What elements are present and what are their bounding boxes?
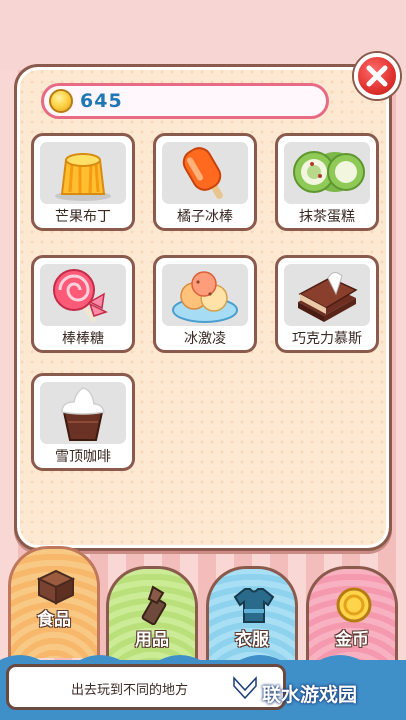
item-label: 橘子冰棒 xyxy=(177,209,233,225)
item-orange-popsicle[interactable]: 橘子冰棒 xyxy=(153,133,257,231)
item-matcha-cake[interactable]: 抹茶蛋糕 xyxy=(275,133,379,231)
item-chocolate-mousse[interactable]: 巧克力慕斯 xyxy=(275,255,379,353)
tab-label: 用品 xyxy=(135,630,169,650)
lipstick-icon xyxy=(141,585,167,625)
coin-icon xyxy=(336,587,372,623)
brand-name: 联水游戏园 xyxy=(262,684,358,706)
item-label: 芒果布丁 xyxy=(55,209,111,225)
item-label: 棒棒糖 xyxy=(62,331,104,347)
snow-top-coffee-icon xyxy=(40,382,126,444)
top-band xyxy=(0,0,406,70)
food-box-icon xyxy=(36,569,76,605)
close-icon xyxy=(366,65,388,87)
item-label: 巧克力慕斯 xyxy=(292,331,362,347)
orange-popsicle-icon xyxy=(162,142,248,204)
shop-panel: 645 芒果布丁 橘子冰棒 抹茶蛋糕 棒棒糖 冰激凌 巧克力慕斯 雪顶咖啡 xyxy=(14,64,392,551)
message-text: 出去玩到不同的地方 xyxy=(71,683,189,698)
ice-cream-icon xyxy=(162,264,248,326)
item-mango-pudding[interactable]: 芒果布丁 xyxy=(31,133,135,231)
close-button[interactable] xyxy=(354,53,400,99)
tab-label: 金币 xyxy=(335,630,369,650)
shirt-icon xyxy=(233,588,275,623)
chocolate-mousse-icon xyxy=(284,264,370,326)
item-lollipop[interactable]: 棒棒糖 xyxy=(31,255,135,353)
coin-balance: 645 xyxy=(80,90,123,112)
item-snow-top-coffee[interactable]: 雪顶咖啡 xyxy=(31,373,135,471)
item-label: 冰激凌 xyxy=(184,331,226,347)
brand-logo-icon xyxy=(233,676,257,705)
item-label: 抹茶蛋糕 xyxy=(299,209,355,225)
coin-balance-bar: 645 xyxy=(41,83,329,119)
lollipop-icon xyxy=(40,264,126,326)
tab-food[interactable]: 食品 xyxy=(8,546,100,658)
matcha-roll-cake-icon xyxy=(284,142,370,204)
mango-pudding-icon xyxy=(40,142,126,204)
tab-label: 衣服 xyxy=(235,630,269,650)
category-tabs: 食品 用品 衣服 金币 xyxy=(0,546,406,678)
item-label: 雪顶咖啡 xyxy=(55,449,111,465)
coin-icon xyxy=(49,89,73,113)
item-ice-cream[interactable]: 冰激凌 xyxy=(153,255,257,353)
tab-label: 食品 xyxy=(37,610,71,630)
